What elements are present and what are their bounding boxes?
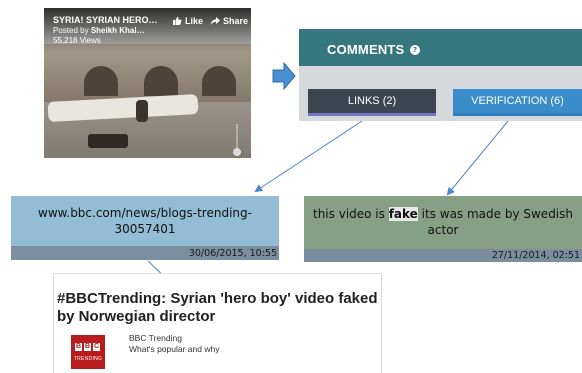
article-title[interactable]: #BBCTrending: Syrian 'hero boy' video fa… xyxy=(57,290,380,326)
logo-subtitle: TRENDING xyxy=(73,356,103,362)
verification-text: this video is fake its was made by Swedi… xyxy=(304,206,582,238)
link-comment-box[interactable]: www.bbc.com/news/blogs-trending-30057401… xyxy=(11,196,279,260)
channel-tagline: What's popular and why xyxy=(129,344,220,354)
channel-name[interactable]: BBC Trending xyxy=(129,333,182,343)
verification-text-after: its was made by Swedish actor xyxy=(417,207,573,237)
verification-comment-box: this video is fake its was made by Swedi… xyxy=(304,196,582,262)
verification-text-before: this video is xyxy=(313,207,389,221)
logo-letter: B xyxy=(75,343,82,351)
article-card[interactable]: #BBCTrending: Syrian 'hero boy' video fa… xyxy=(53,273,382,373)
link-timestamp: 30/06/2015, 10:55 xyxy=(188,248,277,259)
link-url[interactable]: www.bbc.com/news/blogs-trending-30057401 xyxy=(11,205,279,237)
bbc-trending-logo: B B C TRENDING xyxy=(71,335,105,369)
connector-verification-to-comment xyxy=(446,120,509,196)
logo-letter: C xyxy=(93,343,100,351)
connector-links-to-url xyxy=(254,120,363,193)
verification-highlight: fake xyxy=(388,207,418,221)
logo-letter: B xyxy=(84,343,91,351)
verification-timestamp: 27/11/2014, 02:51 xyxy=(491,250,580,261)
